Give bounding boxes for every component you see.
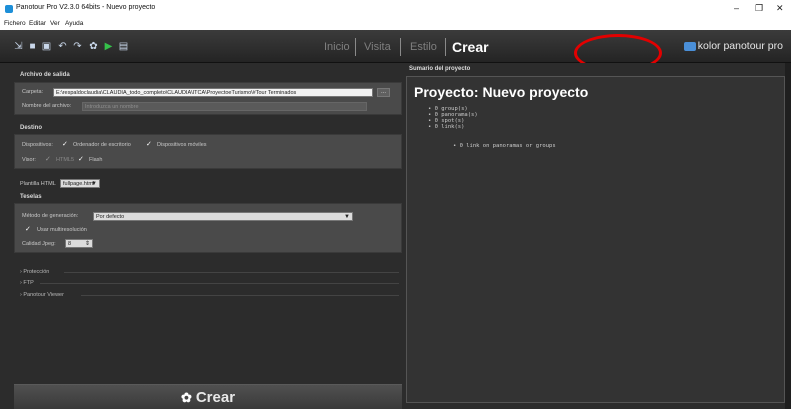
desktop-checkbox[interactable]: ✓ <box>62 141 69 148</box>
project-title: Proyecto: Nuevo proyecto <box>414 84 589 100</box>
kolor-logo-icon <box>683 41 696 51</box>
spinner-icon: ⇕ <box>84 241 90 247</box>
method-select[interactable]: Por defecto ▼ <box>93 212 353 221</box>
menu-bar: Fichero Editar Ver Ayuda <box>0 18 791 30</box>
menu-fichero[interactable]: Fichero <box>4 20 26 27</box>
divider <box>81 295 399 296</box>
collapsible-label: Panotour Viewer <box>23 292 64 298</box>
folder-input[interactable]: E:\respaldoclaudia\CLAUDIA_todo_completo… <box>53 88 373 97</box>
output-panel: Carpeta: E:\respaldoclaudia\CLAUDIA_todo… <box>14 82 402 115</box>
project-summary-panel: Sumario del proyecto Proyecto: Nuevo pro… <box>406 63 785 403</box>
collapsible-proteccion[interactable]: › Protección <box>20 269 49 275</box>
import-icon[interactable]: ⇲ <box>13 41 24 52</box>
maximize-button[interactable]: ❐ <box>755 3 763 14</box>
filename-input[interactable]: Introduzca un nombre <box>82 102 367 111</box>
collapsible-label: FTP <box>23 280 34 286</box>
title-bar: Panotour Pro V2.3.0 64bits - Nuevo proye… <box>0 0 791 18</box>
destino-heading: Destino <box>20 125 43 131</box>
chevron-down-icon: ▼ <box>91 181 97 187</box>
teselas-panel: Método de generación: Por defecto ▼ ✓ Usa… <box>14 203 402 253</box>
build-settings-panel: Archivo de salida Carpeta: E:\respaldocl… <box>14 63 402 409</box>
play-icon[interactable]: ▶ <box>103 41 114 52</box>
output-heading: Archivo de salida <box>20 72 70 78</box>
tab-estilo[interactable]: Estilo <box>410 41 437 53</box>
collapsible-label: Protección <box>23 269 50 275</box>
main-toolbar: ⇲ ■ ▣ ↶ ↷ ✿ ▶ ▤ Inicio Visita Estilo Cre… <box>0 30 791 63</box>
tab-visita[interactable]: Visita <box>364 41 391 53</box>
tab-separator <box>445 38 446 56</box>
summary-view: Proyecto: Nuevo proyecto • 0 group(s) • … <box>406 76 785 403</box>
save-as-icon[interactable]: ▣ <box>41 41 52 52</box>
stat-value: 0 link(s) <box>434 124 465 130</box>
quality-spinner[interactable]: 8 ⇕ <box>65 239 93 248</box>
brand: kolor panotour pro <box>683 40 783 52</box>
summary-heading: Sumario del proyecto <box>409 66 471 72</box>
html5-checkbox[interactable]: ✓ <box>45 156 52 163</box>
divider <box>40 283 399 284</box>
undo-icon[interactable]: ↶ <box>57 41 68 52</box>
create-button-label: Crear <box>195 389 236 406</box>
filename-label: Nombre del archivo: <box>22 103 72 109</box>
collapsible-panotour-viewer[interactable]: › Panotour Viewer <box>20 292 64 298</box>
menu-ver[interactable]: Ver <box>50 20 60 27</box>
browse-folder-button[interactable]: ... <box>377 88 390 97</box>
app-icon <box>5 5 13 13</box>
link-note-text: 0 link on panoramas or groups <box>459 143 556 149</box>
brand-label: kolor panotour pro <box>697 40 783 52</box>
redo-icon[interactable]: ↷ <box>72 41 83 52</box>
folder-label: Carpeta: <box>22 89 44 95</box>
chevron-down-icon: ▼ <box>344 214 350 220</box>
template-value: fullpage.html <box>63 181 95 187</box>
save-icon[interactable]: ■ <box>27 41 38 52</box>
flash-checkbox[interactable]: ✓ <box>78 156 85 163</box>
template-select[interactable]: fullpage.html ▼ <box>60 179 100 188</box>
tab-crear[interactable]: Crear <box>452 39 489 55</box>
tab-separator <box>400 38 401 56</box>
window-title: Panotour Pro V2.3.0 64bits - Nuevo proye… <box>16 4 156 11</box>
quality-label: Calidad Jpeg: <box>22 241 56 247</box>
teselas-heading: Teselas <box>20 194 42 200</box>
menu-ayuda[interactable]: Ayuda <box>65 20 83 27</box>
scrollbar[interactable] <box>785 63 791 409</box>
desktop-label: Ordenador de escritorio <box>73 142 131 148</box>
divider <box>64 272 399 273</box>
create-button[interactable]: ✿ Crear <box>14 384 402 409</box>
mobile-label: Dispositivos móviles <box>157 142 207 148</box>
multires-checkbox[interactable]: ✓ <box>25 226 32 233</box>
viewer-label: Visor: <box>22 157 36 163</box>
collapsible-ftp[interactable]: › FTP <box>20 280 34 286</box>
gear-icon: ✿ <box>180 390 192 405</box>
flash-label: Flash <box>89 157 103 163</box>
template-label: Plantilla HTML <box>20 181 56 187</box>
link-note: • 0 link on panoramas or groups <box>453 143 556 149</box>
settings-icon[interactable]: ✿ <box>88 41 99 52</box>
html5-label: HTML5 <box>56 157 75 163</box>
method-value: Por defecto <box>96 214 125 220</box>
mobile-checkbox[interactable]: ✓ <box>146 141 153 148</box>
main-area: Archivo de salida Carpeta: E:\respaldocl… <box>0 63 791 409</box>
close-button[interactable]: ✕ <box>776 3 784 14</box>
quality-value: 8 <box>68 241 72 247</box>
tab-separator <box>355 38 356 56</box>
destino-panel: Dispositivos: ✓ Ordenador de escritorio … <box>14 134 402 169</box>
devices-label: Dispositivos: <box>22 142 53 148</box>
stat-links: • 0 link(s) <box>428 124 465 130</box>
multires-label: Usar multiresolución <box>37 227 87 233</box>
tab-inicio[interactable]: Inicio <box>324 41 350 53</box>
method-label: Método de generación: <box>22 213 79 219</box>
image-icon[interactable]: ▤ <box>118 41 129 52</box>
minimize-button[interactable]: – <box>734 3 739 13</box>
menu-editar[interactable]: Editar <box>29 20 46 27</box>
